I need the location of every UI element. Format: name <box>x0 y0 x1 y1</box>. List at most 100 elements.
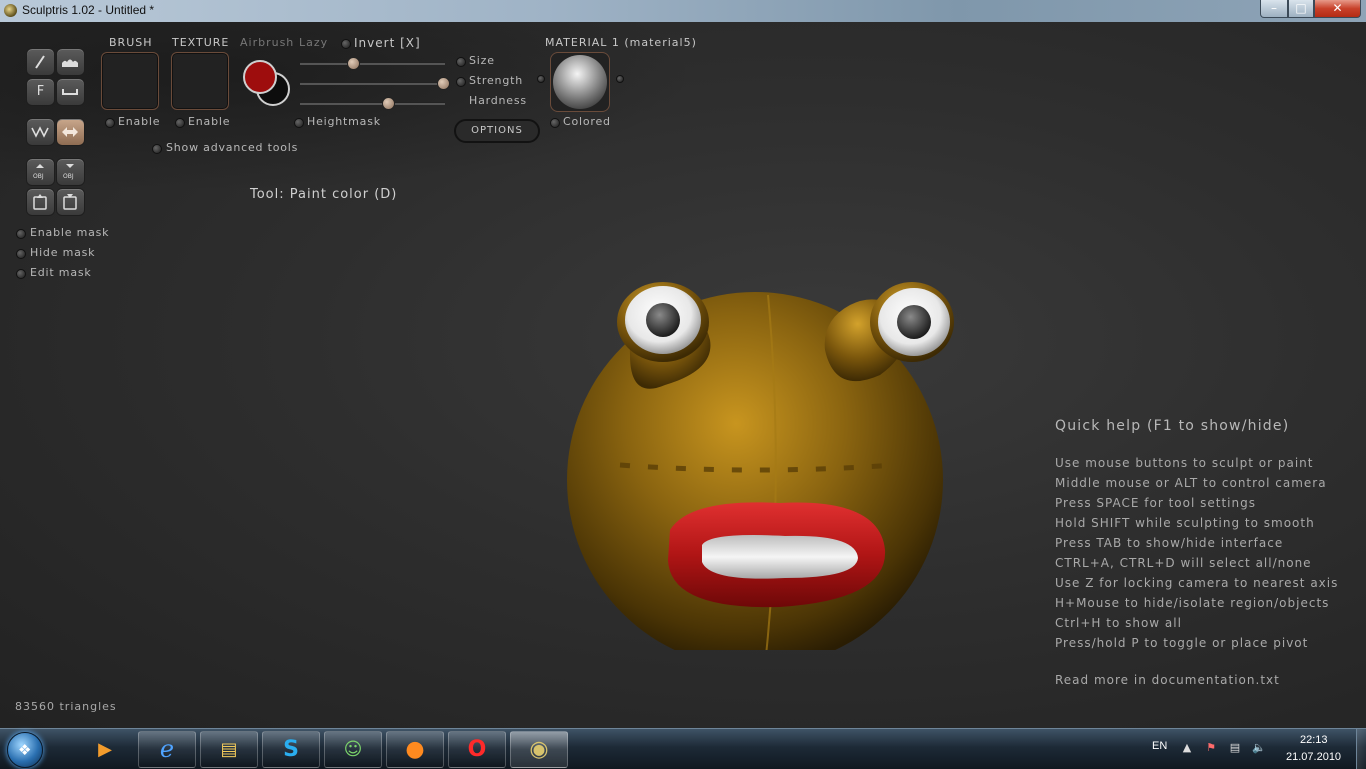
taskbar-explorer[interactable]: ▤ <box>200 731 258 768</box>
minimize-button[interactable]: – <box>1260 0 1288 18</box>
maximize-button[interactable]: □ <box>1288 0 1314 18</box>
import-obj-button[interactable]: OBJ <box>26 158 55 186</box>
size-slider-knob[interactable] <box>346 57 360 70</box>
export-obj-button[interactable]: OBJ <box>56 158 85 186</box>
hardness-label: Hardness <box>469 94 527 107</box>
options-button[interactable]: OPTIONS <box>454 119 540 143</box>
flag-icon[interactable]: ⚑ <box>1204 741 1218 755</box>
inflate-tool-button[interactable] <box>56 48 85 76</box>
clock-time[interactable]: 22:13 <box>1300 734 1328 746</box>
taskbar-opera[interactable]: O <box>448 731 506 768</box>
model-teeth <box>702 535 858 579</box>
help-line: Press/hold P to toggle or place pivot <box>1055 636 1309 650</box>
lazy-label[interactable]: Lazy <box>299 36 328 49</box>
strength-pressure-toggle[interactable] <box>456 77 466 87</box>
sculpt-model[interactable] <box>560 260 960 650</box>
crease-tool-button[interactable] <box>56 78 85 106</box>
size-pressure-toggle[interactable] <box>456 57 466 67</box>
media-player-icon: ▶ <box>98 739 112 760</box>
material-prev-button[interactable] <box>537 75 545 83</box>
size-slider-track[interactable] <box>300 62 445 65</box>
colored-checkbox[interactable] <box>550 118 560 128</box>
enable-mask-label: Enable mask <box>30 226 110 239</box>
texture-enable-label: Enable <box>188 115 231 128</box>
svg-text:OBJ: OBJ <box>63 173 74 180</box>
help-line: Ctrl+H to show all <box>1055 616 1182 630</box>
primary-color-swatch[interactable] <box>243 60 277 94</box>
double-arrow-icon <box>62 127 78 137</box>
taskbar-skype[interactable]: S <box>262 731 320 768</box>
edit-mask-label: Edit mask <box>30 266 92 279</box>
brush-enable-checkbox[interactable] <box>105 118 115 128</box>
show-desktop-button[interactable] <box>1356 729 1366 769</box>
hide-mask-checkbox[interactable] <box>16 249 26 259</box>
quick-help: Quick help (F1 to show/hide) Use mouse b… <box>1055 418 1338 687</box>
show-advanced-checkbox[interactable] <box>152 144 162 154</box>
airbrush-label[interactable]: Airbrush <box>240 36 294 49</box>
taskbar-internet-explorer[interactable]: e <box>138 731 196 768</box>
show-hidden-icons-icon[interactable]: ▲ <box>1180 741 1194 755</box>
taskbar-sculptris[interactable]: ◉ <box>510 731 568 768</box>
clock-date[interactable]: 21.07.2010 <box>1286 751 1341 763</box>
help-line: Press SPACE for tool settings <box>1055 496 1256 510</box>
symmetry-icon <box>31 126 49 138</box>
colored-label: Colored <box>563 115 611 128</box>
brush-label: BRUSH <box>109 36 153 49</box>
documentation-hint: Read more in documentation.txt <box>1055 673 1280 687</box>
size-label: Size <box>469 54 495 67</box>
material-next-button[interactable] <box>616 75 624 83</box>
taskbar-media-player[interactable]: ▶ <box>76 731 134 768</box>
triangle-count: 83560 triangles <box>15 700 117 713</box>
close-button[interactable]: ✕ <box>1314 0 1361 18</box>
texture-enable-checkbox[interactable] <box>175 118 185 128</box>
material-preview[interactable] <box>550 52 610 112</box>
volume-icon[interactable]: 🔈 <box>1252 741 1266 755</box>
sculptris-app-icon <box>4 4 17 17</box>
svg-text:OBJ: OBJ <box>33 173 44 180</box>
taskbar: ❖ ▶ e ▤ S ☺ ● O ◉ EN ▲ ⚑ ▤ 🔈 22:13 21.07… <box>0 728 1366 769</box>
inflate-icon <box>62 59 78 67</box>
help-line: CTRL+A, CTRL+D will select all/none <box>1055 556 1312 570</box>
invert-checkbox[interactable] <box>341 39 351 49</box>
help-line: Use Z for locking camera to nearest axis <box>1055 576 1339 590</box>
help-line: Middle mouse or ALT to control camera <box>1055 476 1327 490</box>
help-line: Hold SHIFT while sculpting to smooth <box>1055 516 1315 530</box>
firefox-icon: ● <box>405 737 425 762</box>
hide-mask-label: Hide mask <box>30 246 96 259</box>
mirror-button[interactable] <box>56 118 85 146</box>
texture-label: TEXTURE <box>172 36 230 49</box>
hardness-slider-knob[interactable] <box>381 97 395 110</box>
flatten-tool-button[interactable]: F <box>26 78 55 106</box>
taskbar-firefox[interactable]: ● <box>386 731 444 768</box>
brush-enable-label: Enable <box>118 115 161 128</box>
hardness-slider-track[interactable] <box>300 102 445 105</box>
open-button[interactable] <box>26 188 55 216</box>
sculpt-viewport[interactable]: F OBJ OBJ BRUSH Enable TEXTURE Enable Ai… <box>0 22 1366 728</box>
strength-slider-knob[interactable] <box>436 77 450 90</box>
strength-slider-track[interactable] <box>300 82 445 85</box>
save-button[interactable] <box>56 188 85 216</box>
enable-mask-checkbox[interactable] <box>16 229 26 239</box>
help-line: Press TAB to show/hide interface <box>1055 536 1284 550</box>
messenger-icon: ☺ <box>343 739 363 760</box>
windows-logo-icon: ❖ <box>7 732 43 768</box>
folder-icon: ▤ <box>220 739 238 760</box>
internet-explorer-icon: e <box>159 735 175 763</box>
language-indicator[interactable]: EN <box>1152 740 1167 752</box>
import-obj-icon: OBJ <box>33 164 44 180</box>
heightmask-checkbox[interactable] <box>294 118 304 128</box>
heightmask-label: Heightmask <box>307 115 381 128</box>
symmetry-button[interactable] <box>26 118 55 146</box>
edit-mask-checkbox[interactable] <box>16 269 26 279</box>
taskbar-messenger[interactable]: ☺ <box>324 731 382 768</box>
draw-tool-button[interactable] <box>26 48 55 76</box>
skype-icon: S <box>283 737 299 762</box>
start-button[interactable]: ❖ <box>3 731 47 768</box>
network-icon[interactable]: ▤ <box>1228 741 1242 755</box>
sculptris-icon: ◉ <box>529 737 549 762</box>
help-line: H+Mouse to hide/isolate region/objects <box>1055 596 1330 610</box>
crease-icon <box>62 89 78 95</box>
brush-slot[interactable] <box>101 52 159 110</box>
save-file-icon <box>63 194 77 210</box>
texture-slot[interactable] <box>171 52 229 110</box>
